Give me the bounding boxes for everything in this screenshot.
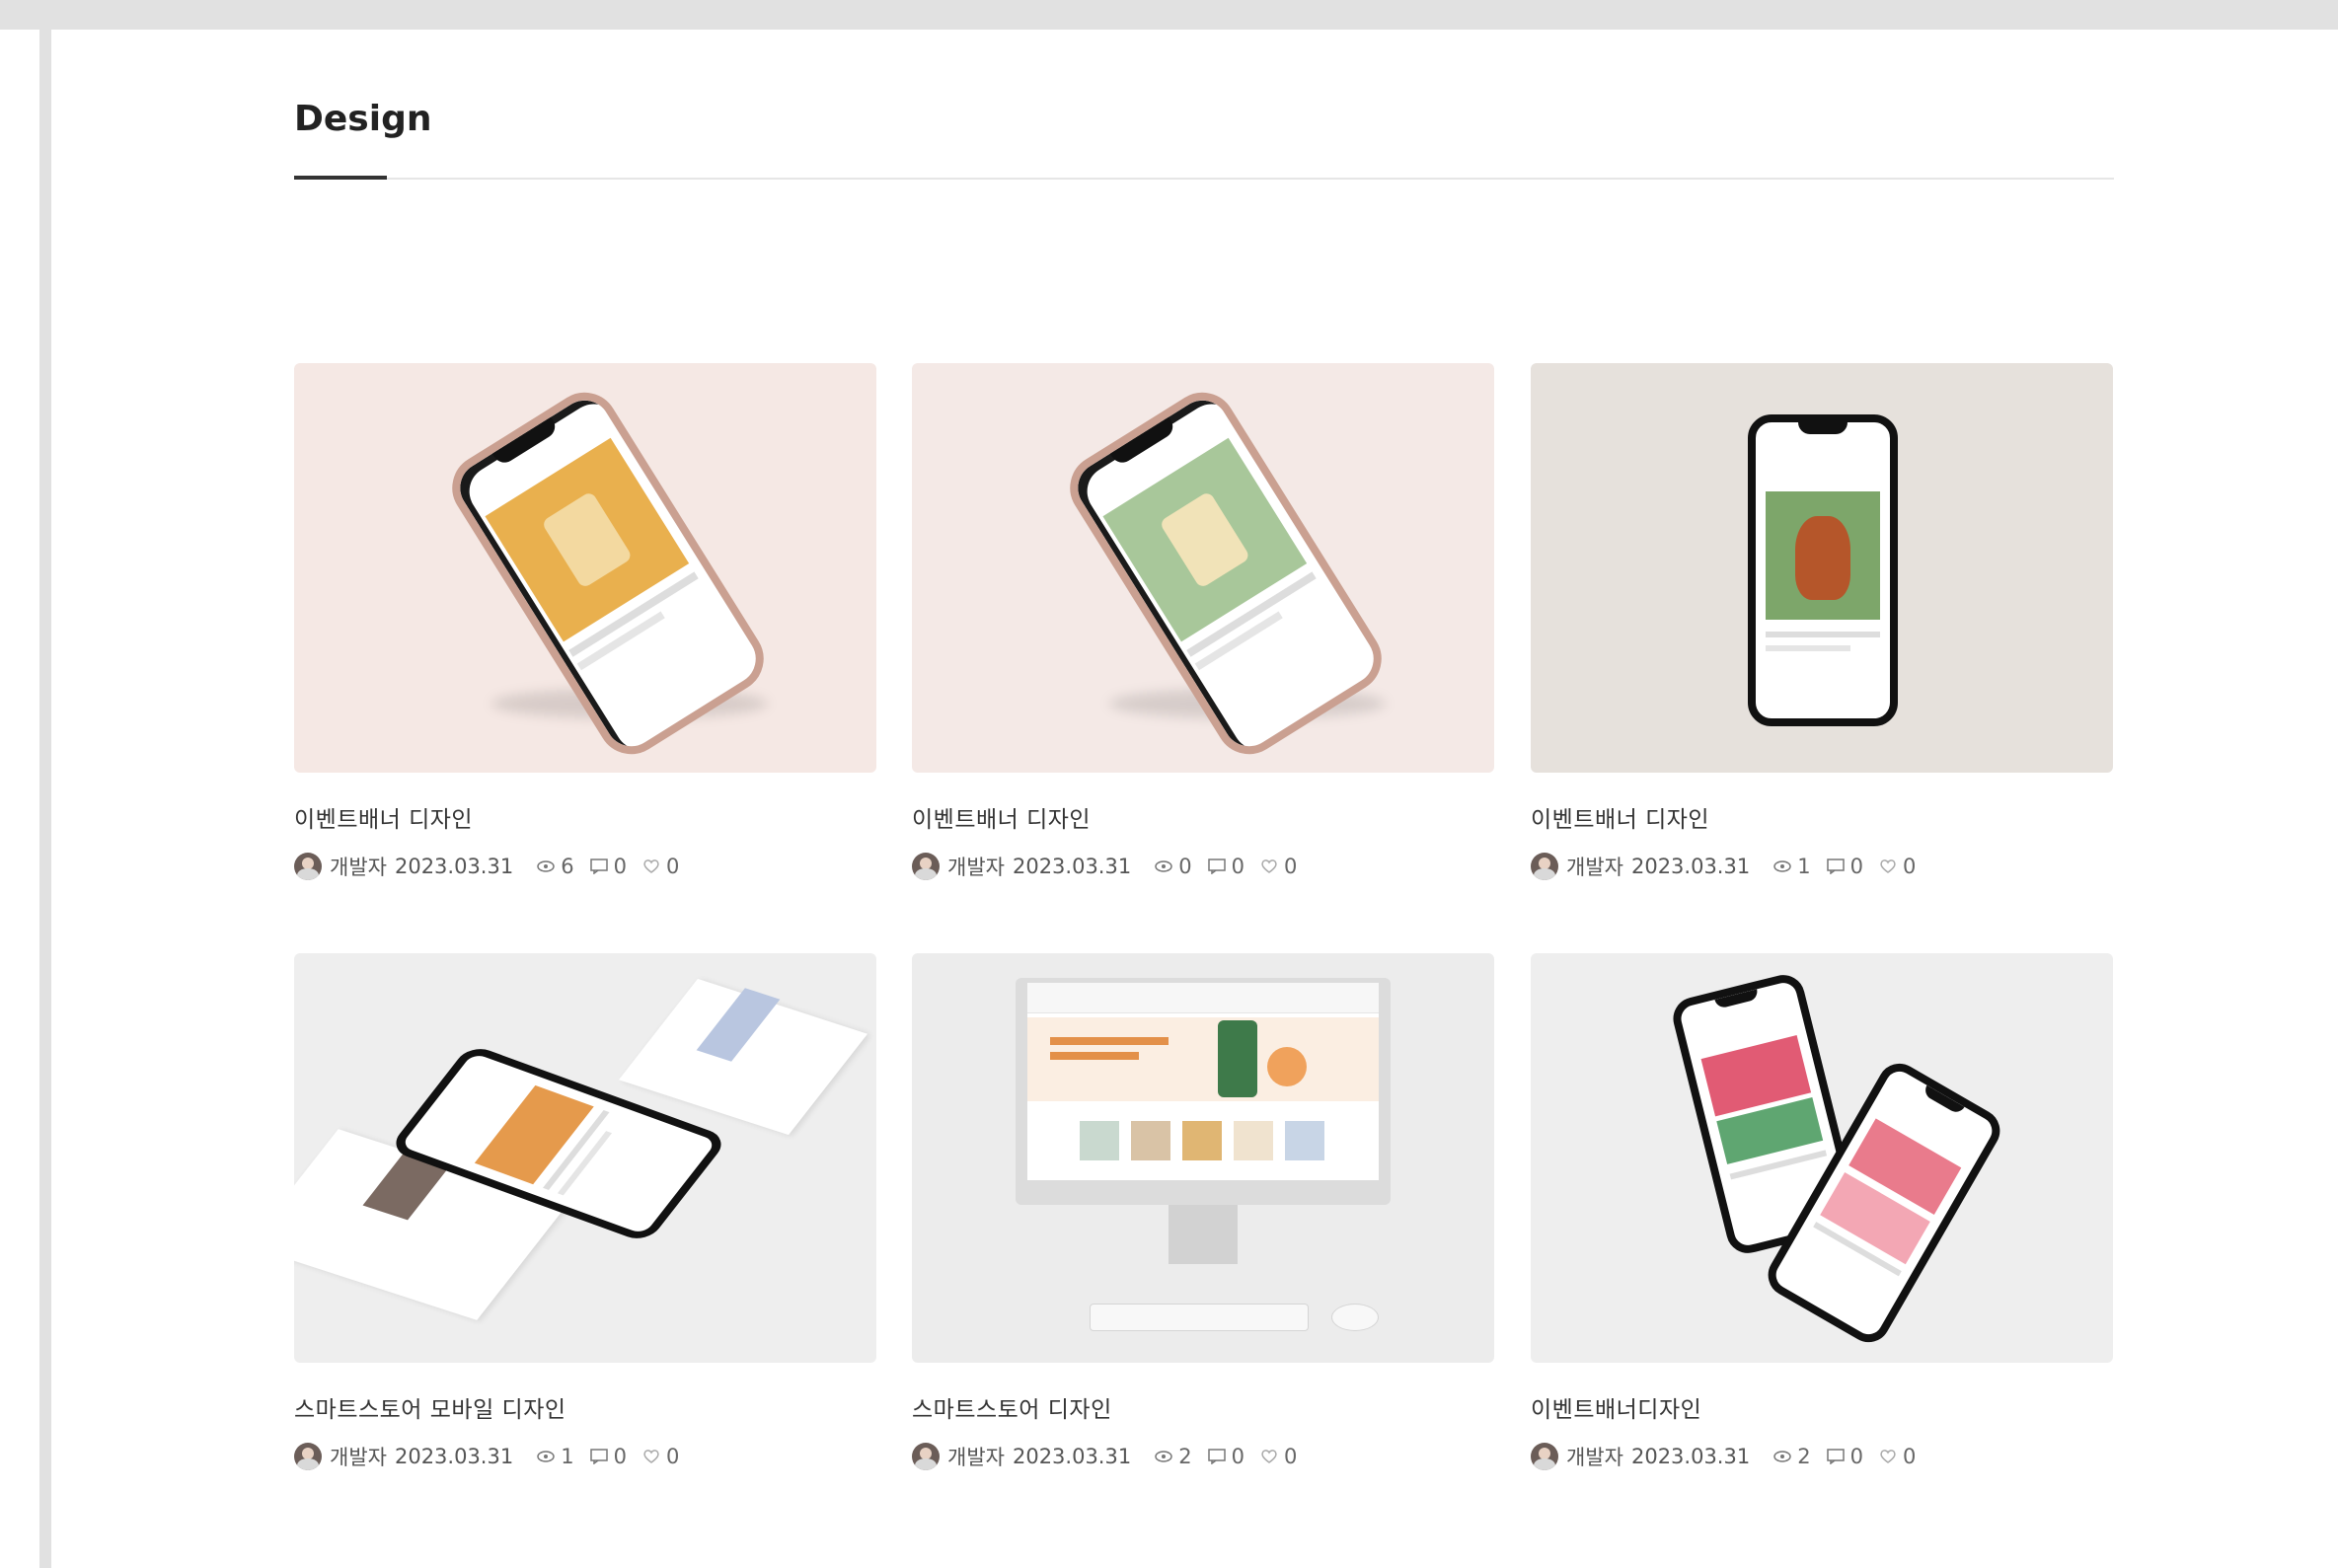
post-thumbnail[interactable]	[294, 363, 876, 773]
author-name: 개발자	[330, 856, 387, 879]
post-title[interactable]: 이벤트배너 디자인	[294, 800, 876, 834]
like-count: 0	[1260, 1445, 1297, 1468]
post-meta: 개발자 2023.03.31 6 0 0	[294, 852, 876, 881]
post-date: 2023.03.31	[394, 1445, 514, 1468]
like-count: 0	[642, 855, 679, 878]
like-count: 0	[1260, 855, 1297, 878]
eye-icon	[1773, 1451, 1791, 1462]
post-date: 2023.03.31	[1630, 855, 1751, 878]
author-avatar	[912, 1443, 940, 1470]
post-card[interactable]: 이벤트배너 디자인 개발자 2023.03.31 1 0 0	[1531, 363, 2113, 881]
title-divider	[294, 178, 2114, 180]
post-meta: 개발자 2023.03.31 2 0 0	[912, 1442, 1494, 1471]
post-card[interactable]: 스마트스토어 모바일 디자인 개발자 2023.03.31 1 0 0	[294, 953, 876, 1471]
like-count: 0	[1879, 1445, 1916, 1468]
post-card[interactable]: 이벤트배너 디자인 개발자 2023.03.31 6 0 0	[294, 363, 876, 881]
author-avatar	[294, 1443, 322, 1470]
comment-icon	[1207, 1449, 1226, 1464]
comment-icon	[589, 1449, 608, 1464]
author-name: 개발자	[330, 1446, 387, 1469]
post-thumbnail[interactable]	[912, 363, 1494, 773]
author-avatar	[912, 853, 940, 880]
view-count: 6	[537, 855, 574, 878]
author-name: 개발자	[947, 856, 1005, 879]
author-avatar	[294, 853, 322, 880]
comment-count: 0	[589, 1445, 627, 1468]
window-left-border	[39, 30, 51, 1568]
comment-count: 0	[589, 855, 627, 878]
post-title[interactable]: 이벤트배너디자인	[1531, 1390, 2113, 1424]
post-meta: 개발자 2023.03.31 2 0 0	[1531, 1442, 2113, 1471]
post-title[interactable]: 이벤트배너 디자인	[1531, 800, 2113, 834]
heart-icon	[1880, 1450, 1896, 1463]
title-accent-bar	[294, 176, 387, 180]
heart-icon	[643, 1450, 659, 1463]
eye-icon	[1155, 1451, 1172, 1462]
post-card[interactable]: 스마트스토어 디자인 개발자 2023.03.31 2 0 0	[912, 953, 1494, 1471]
comment-icon	[1826, 1449, 1845, 1464]
author-name: 개발자	[947, 1446, 1005, 1469]
eye-icon	[1155, 860, 1172, 872]
post-date: 2023.03.31	[1630, 1445, 1751, 1468]
like-count: 0	[642, 1445, 679, 1468]
comment-count: 0	[1207, 1445, 1244, 1468]
heart-icon	[1261, 1450, 1277, 1463]
comment-icon	[1207, 859, 1226, 874]
like-count: 0	[1879, 855, 1916, 878]
post-thumbnail[interactable]	[1531, 363, 2113, 773]
post-card[interactable]: 이벤트배너디자인 개발자 2023.03.31 2 0 0	[1531, 953, 2113, 1471]
view-count: 2	[1773, 1445, 1811, 1468]
post-date: 2023.03.31	[1012, 1445, 1132, 1468]
heart-icon	[1261, 859, 1277, 873]
eye-icon	[537, 1451, 555, 1462]
heart-icon	[643, 859, 659, 873]
post-title[interactable]: 스마트스토어 모바일 디자인	[294, 1390, 876, 1424]
post-meta: 개발자 2023.03.31 1 0 0	[294, 1442, 876, 1471]
comment-count: 0	[1207, 855, 1244, 878]
view-count: 1	[1773, 855, 1811, 878]
post-card[interactable]: 이벤트배너 디자인 개발자 2023.03.31 0 0 0	[912, 363, 1494, 881]
view-count: 0	[1155, 855, 1192, 878]
author-avatar	[1531, 1443, 1558, 1470]
post-date: 2023.03.31	[1012, 855, 1132, 878]
post-thumbnail[interactable]	[294, 953, 876, 1363]
section-title: Design	[294, 99, 432, 139]
view-count: 1	[537, 1445, 574, 1468]
comment-count: 0	[1826, 855, 1863, 878]
author-avatar	[1531, 853, 1558, 880]
post-thumbnail[interactable]	[1531, 953, 2113, 1363]
window-top-border	[0, 0, 2338, 30]
post-meta: 개발자 2023.03.31 1 0 0	[1531, 852, 2113, 881]
author-name: 개발자	[1566, 1446, 1623, 1469]
eye-icon	[1773, 860, 1791, 872]
post-date: 2023.03.31	[394, 855, 514, 878]
author-name: 개발자	[1566, 856, 1623, 879]
comment-icon	[1826, 859, 1845, 874]
post-thumbnail[interactable]	[912, 953, 1494, 1363]
post-meta: 개발자 2023.03.31 0 0 0	[912, 852, 1494, 881]
view-count: 2	[1155, 1445, 1192, 1468]
post-title[interactable]: 스마트스토어 디자인	[912, 1390, 1494, 1424]
eye-icon	[537, 860, 555, 872]
heart-icon	[1880, 859, 1896, 873]
post-title[interactable]: 이벤트배너 디자인	[912, 800, 1494, 834]
comment-count: 0	[1826, 1445, 1863, 1468]
comment-icon	[589, 859, 608, 874]
